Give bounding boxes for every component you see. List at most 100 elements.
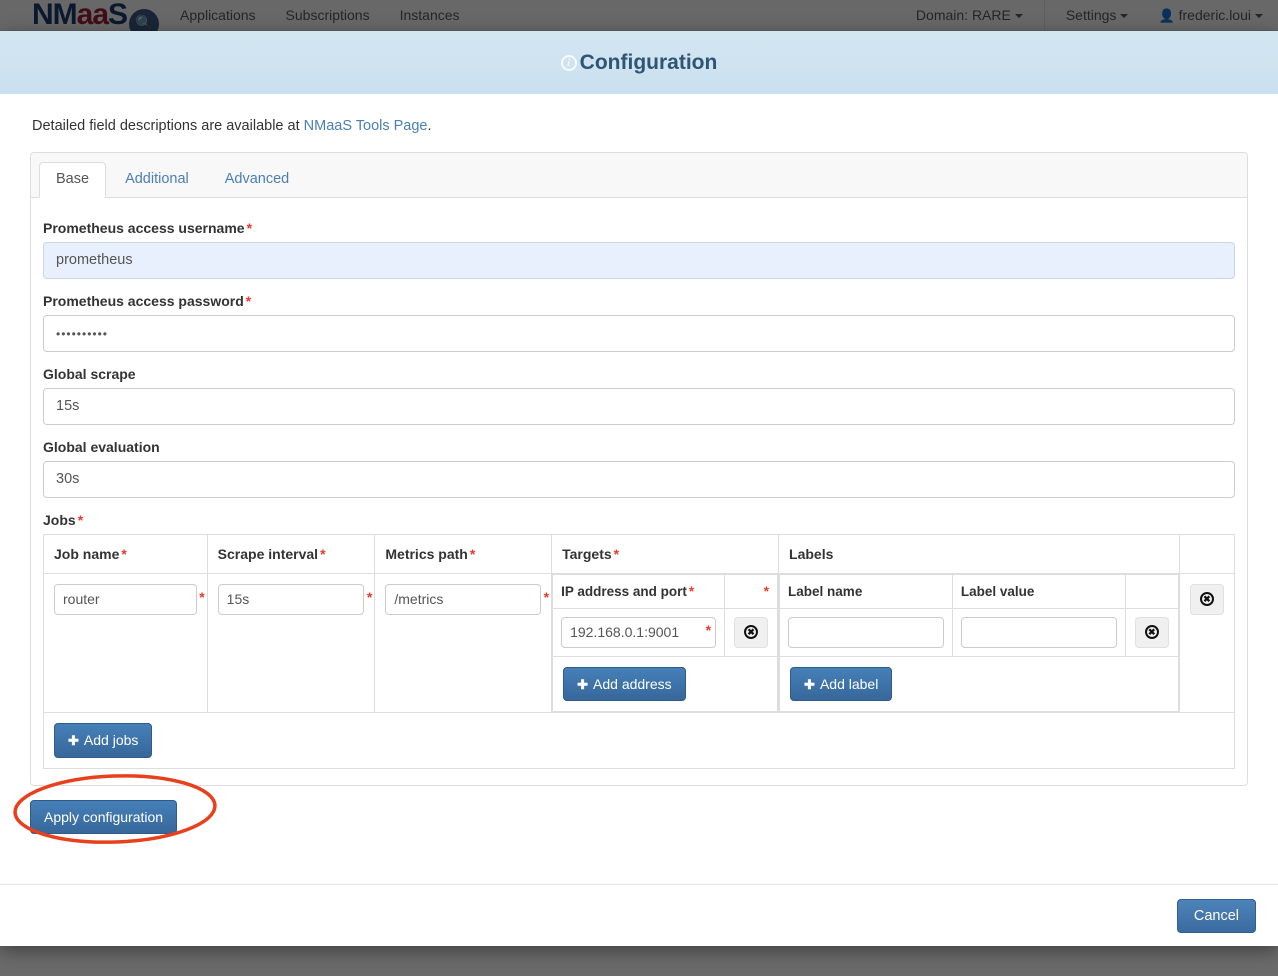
cell-job-name: * [43, 572, 208, 714]
job-scrape-interval-input[interactable] [217, 583, 365, 615]
job-name-input[interactable] [54, 583, 197, 615]
label-value-input[interactable] [960, 616, 1117, 648]
labels-table: Label name Label value ✖ ✚ Add label [779, 573, 1179, 713]
field-group-prometheus-password: Prometheus access password * •••••••••• [43, 293, 1235, 352]
required-marker: * [246, 219, 253, 236]
tab-base[interactable]: Base [39, 162, 107, 198]
add-label-button[interactable]: Add label [790, 666, 893, 702]
table-row: * * [43, 572, 1236, 714]
required-marker: * [469, 545, 476, 562]
cell-targets: IP address and port* * * [551, 572, 780, 714]
configuration-panel: Base Additional Advanced Prometheus acce… [30, 152, 1248, 787]
th-label: Scrape interval [217, 545, 319, 562]
cell-target-address: * [552, 607, 726, 657]
th-label: Metrics path [385, 545, 468, 562]
th-job-name: Job name * [43, 533, 208, 574]
cell-label-delete: ✖ [1124, 607, 1179, 657]
required-marker: * [121, 545, 127, 562]
required-marker: * [366, 588, 373, 605]
th-label-value: Label value [951, 573, 1126, 609]
cell-label-value [951, 607, 1126, 657]
required-marker: * [77, 511, 84, 528]
th-ip-address-and-port: IP address and port * [552, 573, 726, 609]
apply-configuration-button[interactable]: Apply configuration [30, 800, 178, 835]
cancel-button[interactable]: Cancel [1176, 898, 1256, 933]
metrics-path-wrap: * [385, 583, 549, 615]
targets-add-row: Add address [552, 655, 779, 713]
cell-labels: Label name Label value ✖ ✚ Add label [778, 572, 1180, 714]
intro-prefix: Detailed field descriptions are availabl… [32, 118, 304, 134]
cell-add-label: Add label [779, 655, 1179, 713]
targets-header-row: IP address and port * * [552, 573, 779, 609]
target-address-wrap: * [561, 616, 717, 648]
th-label: Targets [562, 545, 612, 562]
field-group-global-scrape: Global scrape [43, 366, 1235, 425]
delete-address-button[interactable]: ✖ [734, 616, 769, 648]
label-row: ✖ [779, 607, 1179, 657]
circle-x-icon: ✖ [744, 625, 759, 639]
cell-scrape-interval: * [206, 572, 376, 714]
th-labels-actions [1124, 573, 1179, 609]
targets-table: IP address and port* * * [552, 573, 779, 713]
target-row: * ✖ [552, 607, 779, 657]
th-label-name: Label name [779, 573, 953, 609]
modal-header: i Configuration [0, 31, 1278, 94]
info-circle-icon: i [560, 54, 577, 71]
intro-suffix: . [427, 118, 432, 134]
modal-title-group: i Configuration [560, 51, 717, 75]
label-text: Prometheus access password [43, 292, 244, 309]
nmaas-tools-page-link[interactable]: NMaaS Tools Page [304, 118, 428, 134]
cell-job-delete: ✖ [1178, 572, 1236, 714]
intro-text: Detailed field descriptions are availabl… [32, 118, 1248, 134]
global-scrape-input[interactable] [43, 387, 1235, 425]
jobs-table-head: Job name * Scrape interval * Metrics path *… [43, 533, 1236, 574]
th-label: Job name [54, 545, 120, 562]
required-marker: * [320, 545, 326, 562]
cell-add-jobs: Add jobs [43, 712, 1235, 770]
target-address-input[interactable] [561, 616, 717, 648]
delete-label-button[interactable]: ✖ [1134, 616, 1169, 648]
password-masked-value: •••••••••• [56, 326, 109, 341]
required-marker: * [763, 583, 770, 599]
required-marker: * [705, 621, 712, 638]
global-evaluation-input[interactable] [43, 460, 1235, 498]
tab-bar: Base Additional Advanced [31, 153, 1247, 198]
field-group-global-evaluation: Global evaluation [43, 439, 1235, 498]
required-marker: * [688, 583, 695, 599]
th-labels: Labels [778, 533, 1180, 574]
cell-add-address: Add address [552, 655, 779, 713]
th-label: Labels [789, 545, 834, 562]
required-marker: * [245, 292, 252, 309]
add-address-button[interactable]: Add address [563, 666, 686, 702]
label-prometheus-username: Prometheus access username * [43, 220, 1235, 236]
configuration-modal: i Configuration Detailed field descripti… [0, 31, 1278, 946]
label-text: Jobs [43, 511, 76, 528]
label-text: Prometheus access username [43, 219, 245, 236]
label-name-input[interactable] [788, 616, 944, 648]
apply-row: Apply configuration [13, 774, 1248, 845]
label-prometheus-password: Prometheus access password * [43, 293, 1235, 309]
delete-job-button[interactable]: ✖ [1189, 583, 1224, 615]
circle-x-icon: ✖ [1144, 625, 1159, 639]
job-metrics-path-input[interactable] [385, 583, 542, 615]
labels-header-row: Label name Label value [779, 573, 1179, 609]
modal-footer: Cancel [0, 884, 1278, 946]
add-jobs-button[interactable]: Add jobs [54, 723, 153, 759]
th-scrape-interval: Scrape interval * [206, 533, 376, 574]
required-marker: * [613, 545, 620, 562]
tab-additional[interactable]: Additional [108, 162, 206, 198]
jobs-table-body: * * [43, 572, 1236, 770]
field-group-jobs: Jobs * Job name * Scrape interval * Metrics… [43, 511, 1236, 770]
jobs-header-row: Job name * Scrape interval * Metrics path *… [43, 533, 1236, 574]
prometheus-password-input[interactable]: •••••••••• [43, 314, 1235, 352]
modal-body: Detailed field descriptions are availabl… [0, 94, 1278, 845]
prometheus-username-input[interactable] [43, 241, 1235, 279]
tab-advanced[interactable]: Advanced [208, 162, 307, 198]
th-targets: Targets * [551, 533, 780, 574]
labels-add-row: Add label [779, 655, 1179, 713]
field-group-prometheus-username: Prometheus access username * [43, 220, 1235, 279]
label-global-evaluation: Global evaluation [43, 438, 160, 455]
cell-label-name [779, 607, 953, 657]
th-metrics-path: Metrics path * [374, 533, 553, 574]
cell-target-delete: ✖ [724, 607, 779, 657]
